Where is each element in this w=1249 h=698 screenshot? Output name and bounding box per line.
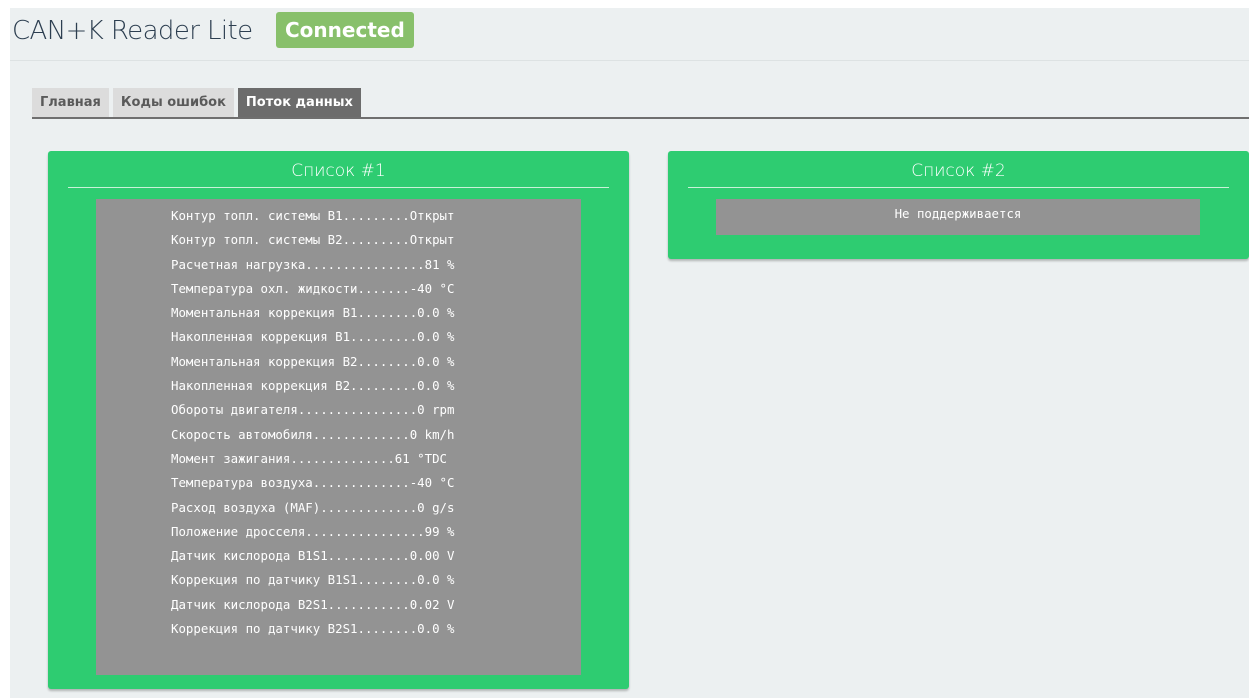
data-row: Контур топл. системы B2.........Открыт xyxy=(171,232,455,248)
app-page: CAN+K Reader Lite Connected Главная Коды… xyxy=(10,8,1249,698)
data-row: Датчик кислорода B1S1...........0.00 V xyxy=(171,548,455,564)
tab-error-codes[interactable]: Коды ошибок xyxy=(112,88,234,117)
data-row: Температура охл. жидкости.......-40 °C xyxy=(171,280,455,296)
data-row: Моментальная коррекция B1........0.0 % xyxy=(171,305,455,321)
app-title: CAN+K Reader Lite xyxy=(12,16,253,46)
data-row: Коррекция по датчику B1S1........0.0 % xyxy=(171,572,455,588)
tab-main[interactable]: Главная xyxy=(32,88,109,117)
list-2-title: Список #2 xyxy=(688,157,1229,188)
app-header: CAN+K Reader Lite Connected xyxy=(10,8,1249,61)
data-row: Накопленная коррекция B1.........0.0 % xyxy=(171,329,455,345)
list-1-rows: Контур топл. системы B1.........Открыт Ко… xyxy=(171,204,454,641)
data-row: Положение дросселя................99 % xyxy=(171,523,455,539)
data-row: Момент зажигания..............61 °TDC xyxy=(171,450,448,466)
tab-bar: Главная Коды ошибок Поток данных xyxy=(32,88,1249,119)
data-row: Датчик кислорода B2S1...........0.02 V xyxy=(171,596,455,612)
connection-status-badge: Connected xyxy=(276,12,414,48)
data-row: Скорость автомобиля.............0 km/h xyxy=(171,426,455,442)
list-1-panel: Список #1 Контур топл. системы B1.......… xyxy=(48,151,629,689)
tab-data-stream[interactable]: Поток данных xyxy=(237,88,361,117)
list-1-data-box: Контур топл. системы B1.........Открыт Ко… xyxy=(96,199,581,675)
data-row: Контур топл. системы B1.........Открыт xyxy=(171,208,455,223)
data-row: Накопленная коррекция B2.........0.0 % xyxy=(171,378,455,394)
data-row: Моментальная коррекция B2........0.0 % xyxy=(171,353,455,369)
data-row: Обороты двигателя................0 rpm xyxy=(171,402,455,418)
data-row: Расход воздуха (MAF).............0 g/s xyxy=(171,499,455,515)
list-1-title: Список #1 xyxy=(68,157,609,188)
data-row: Расчетная нагрузка................81 % xyxy=(171,256,455,272)
data-row: Коррекция по датчику B2S1........0.0 % xyxy=(171,621,455,637)
list-2-unsupported-message: Не поддерживается xyxy=(716,199,1200,235)
data-row: Температура воздуха.............-40 °C xyxy=(171,475,455,491)
list-2-panel: Список #2 Не поддерживается xyxy=(668,151,1249,259)
